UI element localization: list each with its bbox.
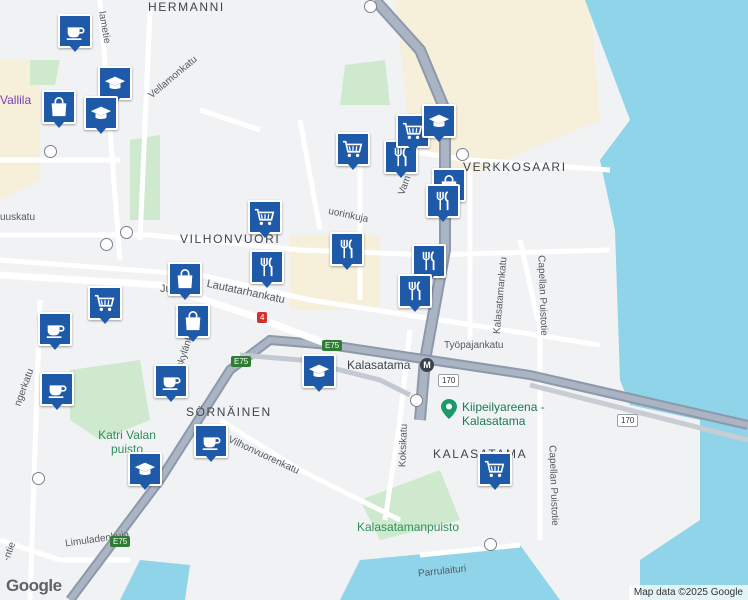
poi-label-kiipeilyareena-text: Kiipeilyareena - Kalasatama [462, 400, 545, 428]
road-shield-e75: E75 [231, 356, 252, 367]
marker-pointer [433, 135, 445, 142]
marker-pointer [437, 215, 449, 222]
poi-marker[interactable] [194, 424, 228, 464]
district-label-sornainen: SÖRNÄINEN [186, 405, 272, 419]
poi-marker[interactable] [84, 96, 118, 136]
park-green [340, 60, 390, 105]
bus-stop-icon[interactable] [364, 0, 377, 13]
poi-marker[interactable] [38, 312, 72, 352]
restaurant-icon [398, 274, 432, 308]
education-icon [422, 104, 456, 138]
bus-stop-icon[interactable] [44, 145, 57, 158]
metro-station-icon[interactable]: M [420, 358, 434, 372]
poi-marker[interactable] [248, 200, 282, 240]
poi-marker[interactable] [302, 354, 336, 394]
marker-pointer [489, 483, 501, 490]
marker-pointer [205, 455, 217, 462]
poi-marker[interactable] [478, 452, 512, 492]
shopping-bag-icon [176, 304, 210, 338]
marker-pointer [407, 145, 419, 152]
bus-stop-icon[interactable] [456, 148, 469, 161]
location-pin-icon[interactable] [441, 399, 457, 419]
shopping-cart-icon [248, 200, 282, 234]
park-label-kalasatamanpuisto: Kalasatamanpuisto [357, 520, 460, 534]
poi-marker[interactable] [336, 132, 370, 172]
restaurant-icon [426, 184, 460, 218]
coffee-icon [194, 424, 228, 458]
marker-pointer [347, 163, 359, 170]
marker-pointer [261, 281, 273, 288]
street-label-tyopajankatu: Työpajankatu [444, 340, 504, 351]
bus-stop-icon[interactable] [100, 238, 113, 251]
poi-marker[interactable] [128, 452, 162, 492]
poi-marker[interactable] [422, 104, 456, 144]
education-icon [128, 452, 162, 486]
marker-pointer [49, 343, 61, 350]
marker-pointer [69, 45, 81, 52]
education-icon [98, 66, 132, 100]
marker-pointer [179, 293, 191, 300]
road-shield-e75: E75 [110, 536, 131, 547]
restaurant-icon [330, 232, 364, 266]
marker-pointer [99, 317, 111, 324]
marker-pointer [139, 483, 151, 490]
district-label-hermanni: HERMANNI [148, 0, 225, 14]
coffee-icon [154, 364, 188, 398]
poi-marker[interactable] [42, 90, 76, 130]
road-shield-e75: E75 [322, 340, 343, 351]
education-icon [302, 354, 336, 388]
marker-pointer [341, 263, 353, 270]
poi-marker[interactable] [40, 372, 74, 412]
education-icon [84, 96, 118, 130]
marker-pointer [395, 171, 407, 178]
park-small [30, 60, 60, 85]
poi-marker[interactable] [88, 286, 122, 326]
poi-marker[interactable] [58, 14, 92, 54]
shopping-bag-icon [42, 90, 76, 124]
marker-pointer [51, 403, 63, 410]
bus-stop-icon[interactable] [120, 226, 133, 239]
district-label-verkkosaari: VERKKOSAARI [463, 160, 567, 174]
bus-stop-icon[interactable] [32, 472, 45, 485]
shopping-cart-icon [336, 132, 370, 166]
street-fragment-uuskatu: uuskatu [0, 212, 36, 223]
map-attribution[interactable]: Map data ©2025 Google [628, 585, 748, 600]
restaurant-icon [412, 244, 446, 278]
restaurant-icon [250, 250, 284, 284]
bus-stop-icon[interactable] [484, 538, 497, 551]
marker-pointer [53, 121, 65, 128]
poi-marker[interactable] [398, 274, 432, 314]
coffee-icon [40, 372, 74, 406]
bus-stop-icon[interactable] [410, 394, 423, 407]
poi-marker[interactable] [154, 364, 188, 404]
station-label-kalasatama: Kalasatama [347, 358, 411, 372]
marker-pointer [165, 395, 177, 402]
marker-pointer [95, 127, 107, 134]
marker-pointer [187, 335, 199, 342]
marker-pointer [409, 305, 421, 312]
street-label-koksikatu: Koksikatu [397, 423, 410, 468]
coffee-icon [58, 14, 92, 48]
shopping-cart-icon [88, 286, 122, 320]
poi-marker[interactable] [176, 304, 210, 344]
shopping-bag-icon [168, 262, 202, 296]
poi-marker[interactable] [330, 232, 364, 272]
place-label-vallila: Vallila [0, 93, 32, 107]
shopping-cart-icon [478, 452, 512, 486]
google-logo: Google [6, 576, 62, 595]
road-shield-170: 170 [617, 414, 639, 427]
marker-pointer [313, 385, 325, 392]
road-shield-170: 170 [438, 374, 460, 387]
marker-pointer [259, 231, 271, 238]
poi-marker[interactable] [426, 184, 460, 224]
poi-label-kiipeilyareena[interactable]: Kiipeilyareena - Kalasatama [462, 400, 550, 428]
poi-marker[interactable] [168, 262, 202, 302]
road-shield-4: 4 [257, 312, 268, 323]
coffee-icon [38, 312, 72, 346]
poi-marker[interactable] [250, 250, 284, 290]
